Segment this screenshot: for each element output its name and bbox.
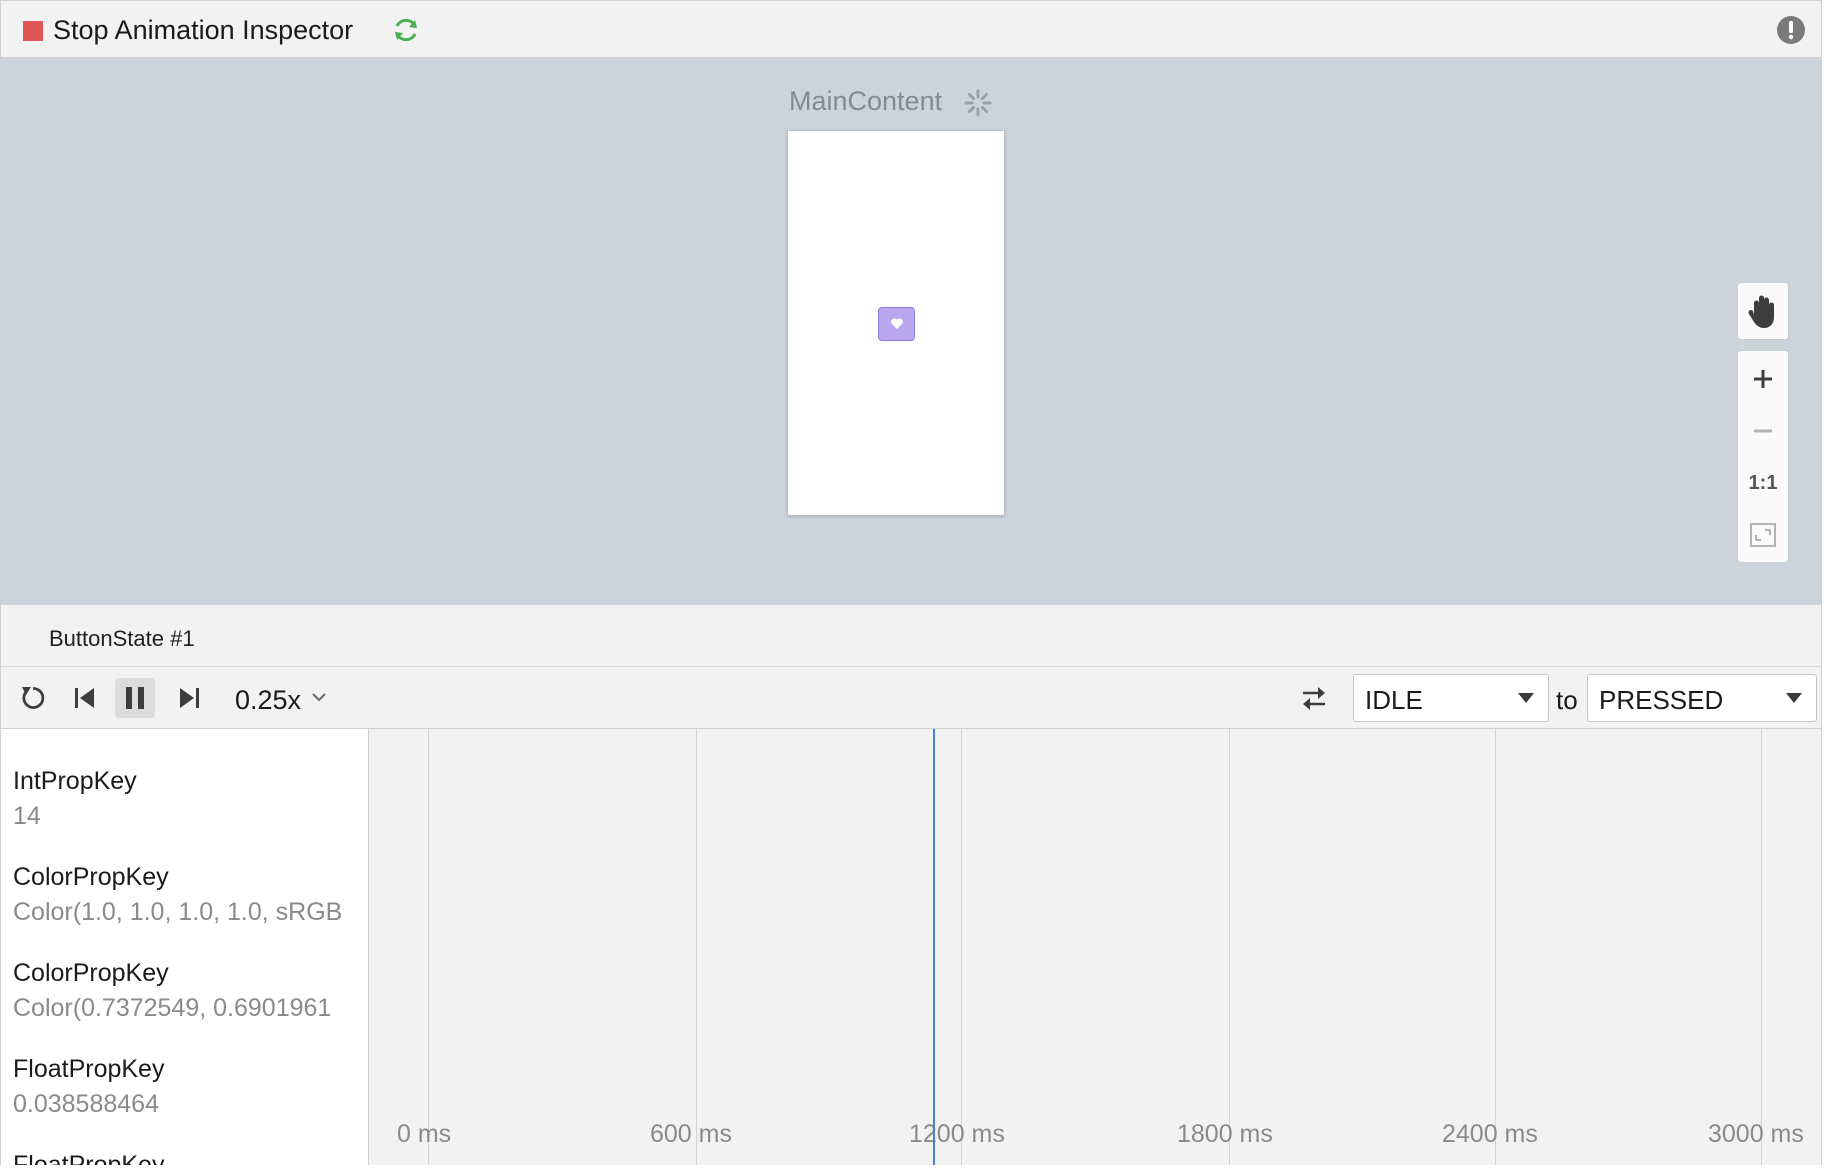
timeline-tick-label: 1800 ms bbox=[1177, 1120, 1273, 1148]
timeline-tick-label: 1200 ms bbox=[909, 1120, 1005, 1148]
pan-tool[interactable] bbox=[1737, 282, 1789, 340]
zoom-in-button[interactable] bbox=[1738, 359, 1788, 399]
speed-dropdown[interactable]: 0.25x bbox=[235, 685, 301, 716]
from-state-select[interactable]: IDLE bbox=[1353, 674, 1549, 722]
hand-icon[interactable] bbox=[1738, 283, 1788, 339]
list-item: ColorPropKey Color(0.7372549, 0.6901961 bbox=[13, 959, 368, 1023]
timeline-gridline bbox=[1761, 729, 1762, 1165]
pause-button[interactable] bbox=[115, 678, 155, 718]
loading-spinner-icon bbox=[964, 89, 992, 117]
device-preview[interactable] bbox=[787, 130, 1005, 516]
property-name: ColorPropKey bbox=[13, 959, 169, 987]
inspector-toolbar: Stop Animation Inspector bbox=[0, 0, 1822, 58]
to-state-select[interactable]: PRESSED bbox=[1587, 674, 1817, 722]
minus-icon bbox=[1754, 429, 1772, 433]
jump-to-start-button[interactable] bbox=[65, 678, 105, 718]
property-name: ColorPropKey bbox=[13, 863, 169, 891]
zoom-to-fit-button[interactable] bbox=[1738, 515, 1788, 555]
list-item: ColorPropKey Color(1.0, 1.0, 1.0, 1.0, s… bbox=[13, 863, 368, 927]
list-item: IntPropKey 14 bbox=[13, 767, 368, 831]
stop-animation-inspector-button[interactable]: Stop Animation Inspector bbox=[53, 15, 353, 46]
property-name: FloatPropKey bbox=[13, 1055, 165, 1083]
timeline-playhead[interactable] bbox=[933, 729, 935, 1165]
swap-states-icon[interactable] bbox=[1299, 683, 1329, 713]
timeline-tick-label: 3000 ms bbox=[1708, 1120, 1804, 1148]
timeline-gridline bbox=[428, 729, 429, 1165]
timeline-tick-label: 600 ms bbox=[650, 1120, 732, 1148]
to-state-value: PRESSED bbox=[1599, 685, 1724, 715]
property-name: FloatPropKey bbox=[13, 1151, 165, 1165]
property-list[interactable]: IntPropKey 14 ColorPropKey Color(1.0, 1.… bbox=[0, 729, 369, 1165]
replay-icon bbox=[22, 687, 45, 709]
list-item: FloatPropKey 0.038588464 bbox=[13, 1055, 368, 1119]
zoom-actual-size-button[interactable]: 1:1 bbox=[1738, 463, 1788, 503]
animation-tabs: ButtonState #1 bbox=[0, 605, 1822, 667]
skip-back-icon bbox=[75, 688, 94, 708]
skip-forward-icon bbox=[180, 688, 199, 708]
property-value: Color(0.7372549, 0.6901961 bbox=[13, 994, 332, 1022]
timeline-panel[interactable]: 0 ms 600 ms 1200 ms 1800 ms 2400 ms 3000… bbox=[369, 729, 1822, 1165]
caret-down-icon bbox=[1518, 693, 1534, 703]
refresh-icon[interactable] bbox=[391, 15, 421, 45]
timeline-gridline bbox=[1495, 729, 1496, 1165]
timeline-tick-label: 2400 ms bbox=[1442, 1120, 1538, 1148]
zoom-controls: 1:1 bbox=[1737, 350, 1789, 563]
preview-canvas[interactable]: MainContent 1:1 bbox=[0, 58, 1822, 605]
heart-button[interactable] bbox=[878, 307, 915, 341]
warning-icon[interactable] bbox=[1776, 15, 1806, 45]
from-state-value: IDLE bbox=[1365, 685, 1423, 715]
stop-icon[interactable] bbox=[23, 21, 43, 41]
to-label: to bbox=[1556, 685, 1578, 715]
timeline-gridline bbox=[696, 729, 697, 1165]
chevron-down-icon[interactable] bbox=[311, 691, 327, 703]
heart-icon bbox=[891, 318, 903, 329]
one-to-one-label: 1:1 bbox=[1748, 471, 1778, 494]
timeline-tick-label: 0 ms bbox=[397, 1120, 452, 1148]
pause-icon bbox=[126, 687, 144, 709]
property-name: IntPropKey bbox=[13, 767, 137, 795]
fit-screen-icon bbox=[1750, 523, 1776, 547]
zoom-out-button[interactable] bbox=[1738, 411, 1788, 451]
list-item: FloatPropKey bbox=[13, 1151, 368, 1165]
preview-title: MainContent bbox=[789, 86, 943, 116]
plus-icon bbox=[1754, 370, 1772, 388]
tab-buttonstate-1[interactable]: ButtonState #1 bbox=[49, 626, 195, 652]
playback-controls: 0.25x IDLE to PRESSED bbox=[0, 667, 1822, 729]
jump-to-end-button[interactable] bbox=[169, 678, 209, 718]
timeline-gridline bbox=[1229, 729, 1230, 1165]
property-value: 0.038588464 bbox=[13, 1090, 159, 1118]
replay-button[interactable] bbox=[13, 678, 53, 718]
caret-down-icon bbox=[1786, 693, 1802, 703]
property-value: 14 bbox=[13, 802, 41, 830]
property-value: Color(1.0, 1.0, 1.0, 1.0, sRGB bbox=[13, 898, 343, 926]
timeline-gridline bbox=[961, 729, 962, 1165]
